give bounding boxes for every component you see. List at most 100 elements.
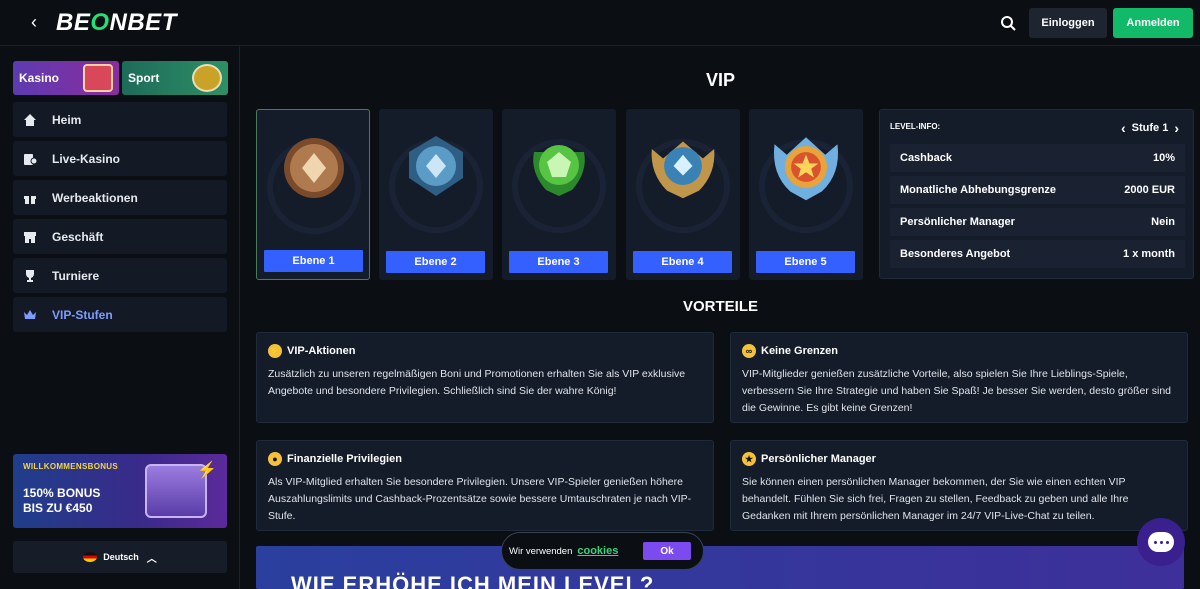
benefit-card-finanzielle-privilegien: ● Finanzielle Privilegien Als VIP-Mitgli… bbox=[256, 440, 714, 531]
lightning-icon: ⚡ bbox=[197, 462, 217, 479]
language-selector[interactable]: Deutsch ︿ bbox=[13, 541, 227, 573]
shop-icon bbox=[23, 230, 37, 244]
row-key: Besonderes Angebot bbox=[900, 248, 1011, 260]
level-info-row: Cashback 10% bbox=[890, 144, 1185, 172]
cookie-ok-button[interactable]: Ok bbox=[643, 542, 691, 560]
chat-button[interactable] bbox=[1137, 518, 1185, 566]
benefit-text: Sie können einen persönlichen Manager be… bbox=[742, 476, 1129, 522]
row-value: 10% bbox=[1152, 152, 1175, 164]
benefit-title: Keine Grenzen bbox=[761, 345, 839, 357]
vip-level-4-card[interactable]: Ebene 4 bbox=[626, 109, 740, 280]
benefit-title: Persönlicher Manager bbox=[761, 453, 876, 465]
vip-level-3-card[interactable]: Ebene 3 bbox=[502, 109, 616, 280]
cookie-text: Wir verwenden bbox=[509, 545, 573, 557]
level-label: Ebene 4 bbox=[633, 251, 732, 273]
live-casino-icon bbox=[23, 152, 37, 166]
main-content: VIP Ebene 1 Ebene 2 Ebene 3 Ebene 4 Eben… bbox=[241, 46, 1200, 589]
sidebar-item-label: Turniere bbox=[52, 268, 100, 283]
crown-icon bbox=[23, 308, 37, 322]
row-value: 1 x month bbox=[1123, 248, 1175, 260]
chevron-right-icon[interactable]: › bbox=[1174, 120, 1179, 136]
category-sport-label: Sport bbox=[128, 71, 160, 85]
german-flag-icon bbox=[83, 552, 98, 562]
row-value: 2000 EUR bbox=[1124, 184, 1175, 196]
infinity-icon: ∞ bbox=[742, 344, 756, 358]
benefit-text: Als VIP-Mitglied erhalten Sie besondere … bbox=[268, 476, 692, 522]
gift-icon bbox=[23, 191, 37, 205]
chevron-left-icon[interactable]: ‹ bbox=[24, 12, 44, 32]
ball-icon bbox=[192, 64, 222, 92]
row-key: Persönlicher Manager bbox=[900, 216, 1015, 228]
blue-winged-badge-icon bbox=[648, 127, 718, 207]
coins-icon: ● bbox=[268, 452, 282, 466]
chevron-up-icon: ︿ bbox=[146, 553, 157, 565]
sidebar-item-geschaeft[interactable]: Geschäft bbox=[13, 219, 227, 254]
level-label: Ebene 5 bbox=[756, 251, 855, 273]
bonus-line-1: 150% BONUS bbox=[23, 486, 101, 500]
level-label: Ebene 3 bbox=[509, 251, 608, 273]
category-sport[interactable]: Sport bbox=[122, 61, 228, 95]
home-icon bbox=[23, 113, 37, 127]
register-button[interactable]: Anmelden bbox=[1113, 8, 1193, 38]
sidebar-item-label: Geschäft bbox=[52, 229, 104, 244]
slot-machine-icon bbox=[83, 64, 113, 92]
sidebar-item-vip-stufen[interactable]: VIP-Stufen bbox=[13, 297, 227, 332]
sidebar-item-label: Werbeaktionen bbox=[52, 190, 138, 205]
row-value: Nein bbox=[1151, 216, 1175, 228]
benefit-text: VIP-Mitglieder genießen zusätzliche Vort… bbox=[742, 368, 1171, 414]
logo[interactable]: BEONBET bbox=[56, 9, 177, 37]
bonus-line-2: BIS ZU €450 bbox=[23, 501, 93, 515]
search-icon[interactable] bbox=[997, 12, 1019, 34]
level-info-row: Besonderes Angebot 1 x month bbox=[890, 240, 1185, 268]
benefit-card-persoenlicher-manager: ★ Persönlicher Manager Sie können einen … bbox=[730, 440, 1188, 531]
level-up-banner: WIE ERHÖHE ICH MEIN LEVEL? bbox=[256, 546, 1184, 589]
green-badge-icon bbox=[524, 127, 594, 207]
benefit-title: Finanzielle Privilegien bbox=[287, 453, 402, 465]
sidebar-item-live-kasino[interactable]: Live-Kasino bbox=[13, 141, 227, 176]
level-label: Ebene 1 bbox=[264, 250, 363, 272]
cookies-link[interactable]: cookies bbox=[577, 545, 618, 557]
sidebar-item-turniere[interactable]: Turniere bbox=[13, 258, 227, 293]
category-kasino-label: Kasino bbox=[19, 71, 60, 85]
chevron-left-icon[interactable]: ‹ bbox=[1121, 120, 1126, 136]
chat-icon bbox=[1148, 532, 1174, 552]
gold-winged-badge-icon bbox=[771, 127, 841, 207]
current-level: Stufe 1 bbox=[1131, 122, 1169, 134]
benefit-card-keine-grenzen: ∞ Keine Grenzen VIP-Mitglieder genießen … bbox=[730, 332, 1188, 423]
welcome-bonus-banner[interactable]: WILLKOMMENSBONUS 150% BONUS BIS ZU €450 … bbox=[13, 454, 227, 528]
benefit-text: Zusätzlich zu unseren regelmäßigen Boni … bbox=[268, 368, 686, 397]
vip-level-5-card[interactable]: Ebene 5 bbox=[749, 109, 863, 280]
level-info-panel: LEVEL-INFO: ‹ Stufe 1 › Cashback 10% Mon… bbox=[879, 109, 1194, 279]
lightning-icon: ⚡ bbox=[268, 344, 282, 358]
level-info-row: Persönlicher Manager Nein bbox=[890, 208, 1185, 236]
level-info-heading: LEVEL-INFO: bbox=[890, 122, 941, 131]
banner-title: WIE ERHÖHE ICH MEIN LEVEL? bbox=[291, 572, 655, 589]
sidebar-item-werbeaktionen[interactable]: Werbeaktionen bbox=[13, 180, 227, 215]
vip-level-1-card[interactable]: Ebene 1 bbox=[256, 109, 370, 280]
star-icon: ★ bbox=[742, 452, 756, 466]
top-bar: ‹ BEONBET Einloggen Anmelden bbox=[0, 0, 1200, 46]
level-label: Ebene 2 bbox=[386, 251, 485, 273]
row-key: Monatliche Abhebungsgrenze bbox=[900, 184, 1057, 196]
sidebar-item-label: VIP-Stufen bbox=[52, 307, 113, 322]
bonus-tag: WILLKOMMENSBONUS bbox=[23, 462, 119, 471]
category-kasino[interactable]: Kasino bbox=[13, 61, 119, 95]
bonus-text: 150% BONUS BIS ZU €450 bbox=[23, 486, 100, 516]
sidebar-item-heim[interactable]: Heim bbox=[13, 102, 227, 137]
language-label: Deutsch bbox=[103, 552, 139, 562]
level-pager: ‹ Stufe 1 › bbox=[1115, 120, 1185, 136]
vip-level-2-card[interactable]: Ebene 2 bbox=[379, 109, 493, 280]
silver-badge-icon bbox=[401, 127, 471, 207]
sidebar: Kasino Sport Heim Live-Kasino Werbeaktio… bbox=[0, 46, 240, 589]
trophy-icon bbox=[23, 269, 37, 283]
benefit-title: VIP-Aktionen bbox=[287, 345, 356, 357]
benefits-title: VORTEILE bbox=[682, 298, 758, 315]
level-info-row: Monatliche Abhebungsgrenze 2000 EUR bbox=[890, 176, 1185, 204]
sidebar-item-label: Live-Kasino bbox=[52, 151, 121, 166]
login-button[interactable]: Einloggen bbox=[1029, 8, 1107, 38]
row-key: Cashback bbox=[900, 152, 952, 164]
cookie-consent: Wir verwenden cookies Ok bbox=[501, 532, 704, 570]
page-title: VIP bbox=[705, 70, 735, 90]
sidebar-item-label: Heim bbox=[52, 112, 82, 127]
bronze-badge-icon bbox=[279, 128, 349, 208]
